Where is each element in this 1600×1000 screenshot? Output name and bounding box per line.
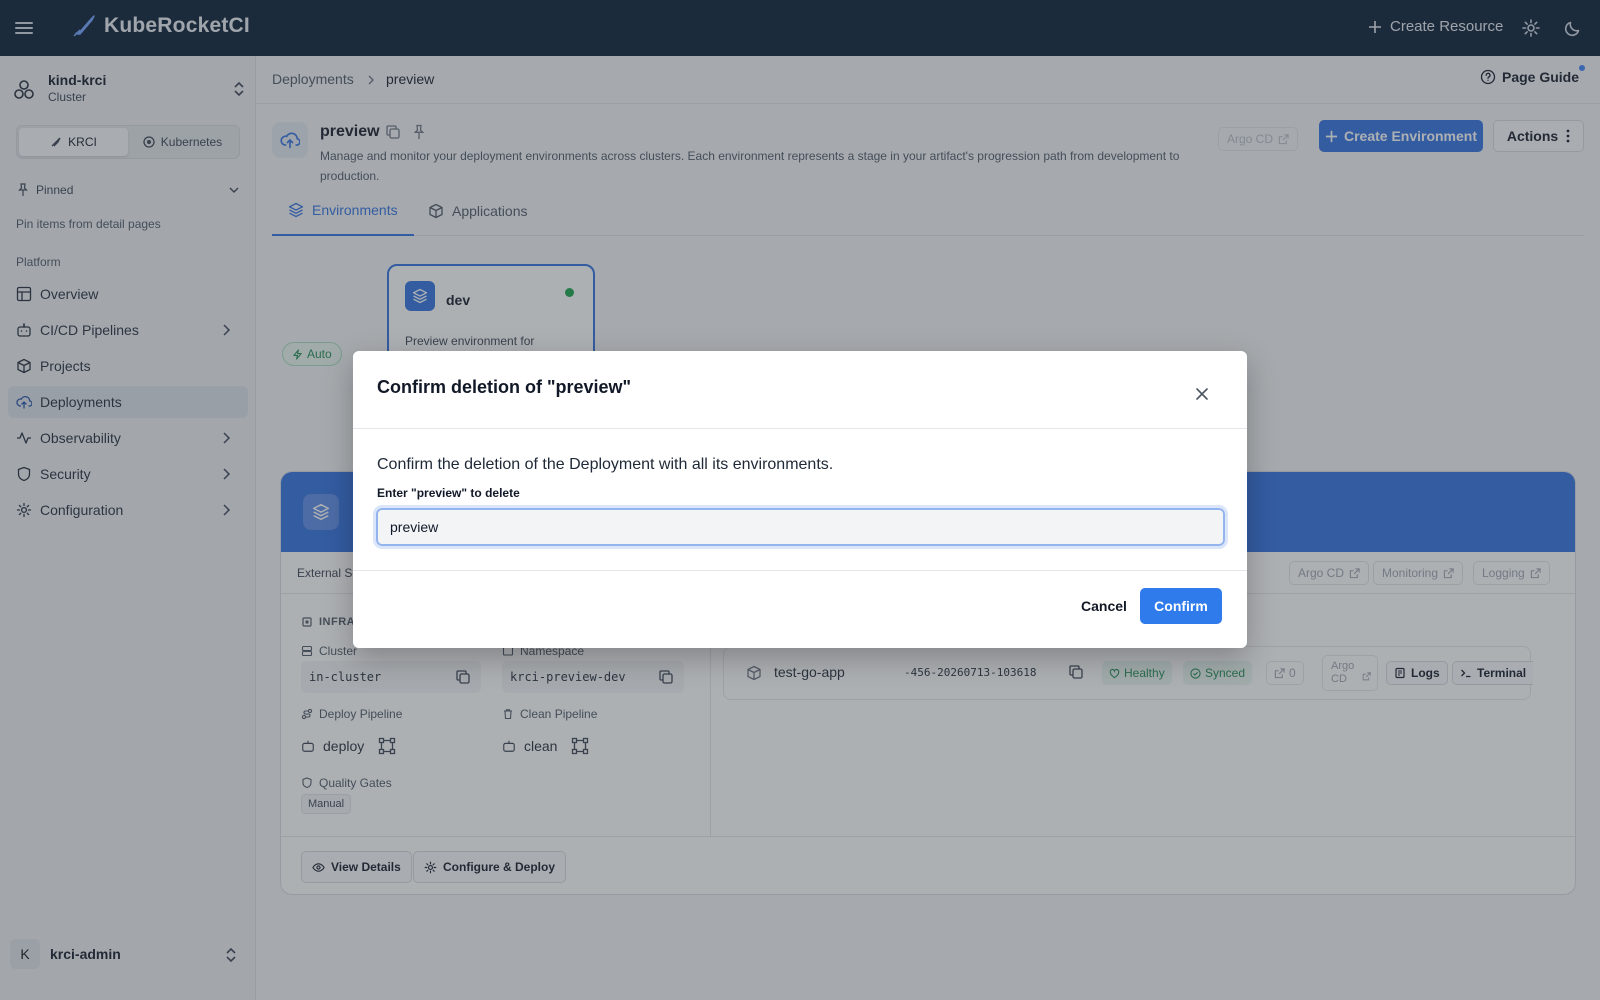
dialog-footer: Cancel Confirm [353,570,1247,648]
confirm-input-label: Enter "preview" to delete [377,486,520,500]
confirm-delete-dialog: Confirm deletion of "preview" Confirm th… [353,351,1247,648]
confirm-name-input[interactable] [373,505,1228,549]
confirm-button[interactable]: Confirm [1140,588,1222,624]
dialog-title: Confirm deletion of "preview" [377,377,632,397]
cancel-button[interactable]: Cancel [1062,588,1146,624]
dialog-header: Confirm deletion of "preview" [353,351,1247,429]
close-icon[interactable] [1195,387,1209,401]
dialog-message: Confirm the deletion of the Deployment w… [377,456,834,473]
